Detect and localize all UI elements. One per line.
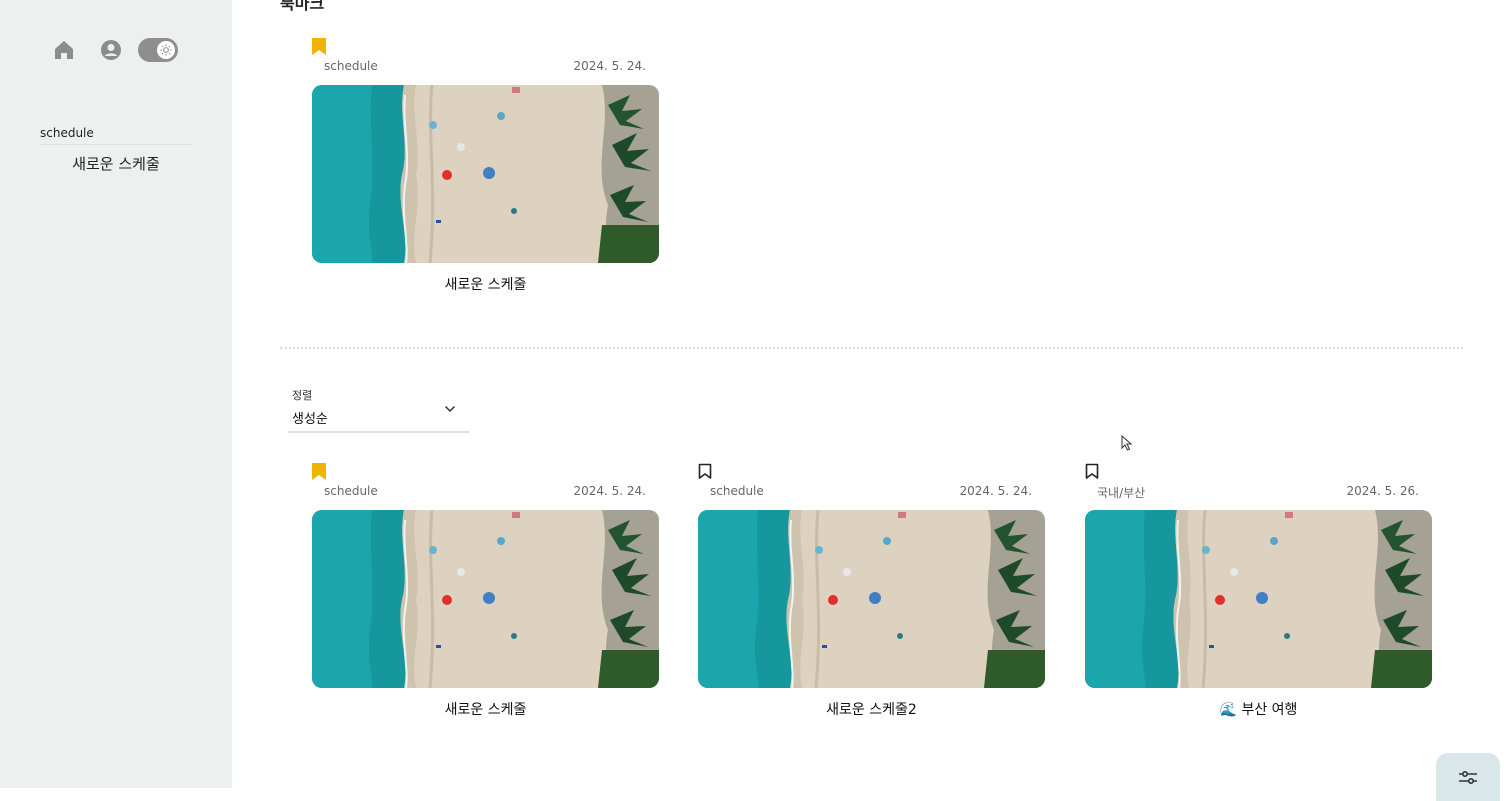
card-title[interactable]: 새로운 스케줄 — [312, 274, 659, 294]
card-thumbnail[interactable] — [312, 510, 659, 688]
sidebar-top-icons — [52, 38, 178, 62]
chevron-down-icon — [444, 405, 456, 413]
sidebar-item-schedule[interactable]: 새로운 스케줄 — [40, 153, 192, 174]
card-title[interactable]: 🌊 부산 여행 — [1085, 699, 1432, 719]
sort-select[interactable]: 정렬 생성순 — [288, 385, 469, 433]
schedule-card[interactable]: 국내/부산 2024. 5. 26. 🌊 부산 여행 — [1085, 463, 1433, 728]
bookmark-filled-icon[interactable] — [312, 38, 326, 55]
bookmarks-heading: 북마크 — [280, 0, 325, 13]
card-thumbnail[interactable] — [1085, 510, 1432, 688]
home-icon[interactable] — [52, 38, 76, 62]
mouse-cursor-icon — [1121, 435, 1133, 451]
card-meta: schedule 2024. 5. 24. — [324, 484, 646, 498]
filter-button[interactable] — [1436, 753, 1500, 801]
card-category: schedule — [710, 484, 764, 498]
user-icon[interactable] — [100, 39, 122, 61]
sliders-icon — [1459, 770, 1477, 785]
card-meta: schedule 2024. 5. 24. — [710, 484, 1032, 498]
card-date: 2024. 5. 26. — [1346, 484, 1419, 498]
card-date: 2024. 5. 24. — [573, 59, 646, 73]
card-title[interactable]: 새로운 스케줄 — [312, 699, 659, 719]
theme-toggle[interactable] — [138, 38, 178, 62]
sun-icon — [157, 41, 175, 59]
section-divider — [280, 347, 1463, 349]
sidebar-section-label: schedule — [40, 126, 192, 145]
bookmark-card[interactable]: schedule 2024. 5. 24. 새로운 스케줄 — [312, 38, 660, 303]
card-thumbnail[interactable] — [312, 85, 659, 263]
card-category: schedule — [324, 59, 378, 73]
card-date: 2024. 5. 24. — [573, 484, 646, 498]
card-thumbnail[interactable] — [698, 510, 1045, 688]
card-title[interactable]: 새로운 스케줄2 — [698, 699, 1045, 719]
sidebar: schedule 새로운 스케줄 — [0, 0, 232, 788]
card-meta: 국내/부산 2024. 5. 26. — [1097, 484, 1419, 501]
schedule-card[interactable]: schedule 2024. 5. 24. 새로운 스케줄 — [312, 463, 660, 728]
bookmark-outline-icon[interactable] — [1085, 463, 1099, 480]
sort-value: 생성순 — [292, 412, 328, 427]
schedule-card[interactable]: schedule 2024. 5. 24. 새로운 스케줄2 — [698, 463, 1046, 728]
card-category: 국내/부산 — [1097, 486, 1146, 500]
card-date: 2024. 5. 24. — [959, 484, 1032, 498]
sort-label: 정렬 — [292, 389, 313, 402]
bookmark-outline-icon[interactable] — [698, 463, 712, 480]
card-category: schedule — [324, 484, 378, 498]
card-meta: schedule 2024. 5. 24. — [324, 59, 646, 73]
bookmark-filled-icon[interactable] — [312, 463, 326, 480]
